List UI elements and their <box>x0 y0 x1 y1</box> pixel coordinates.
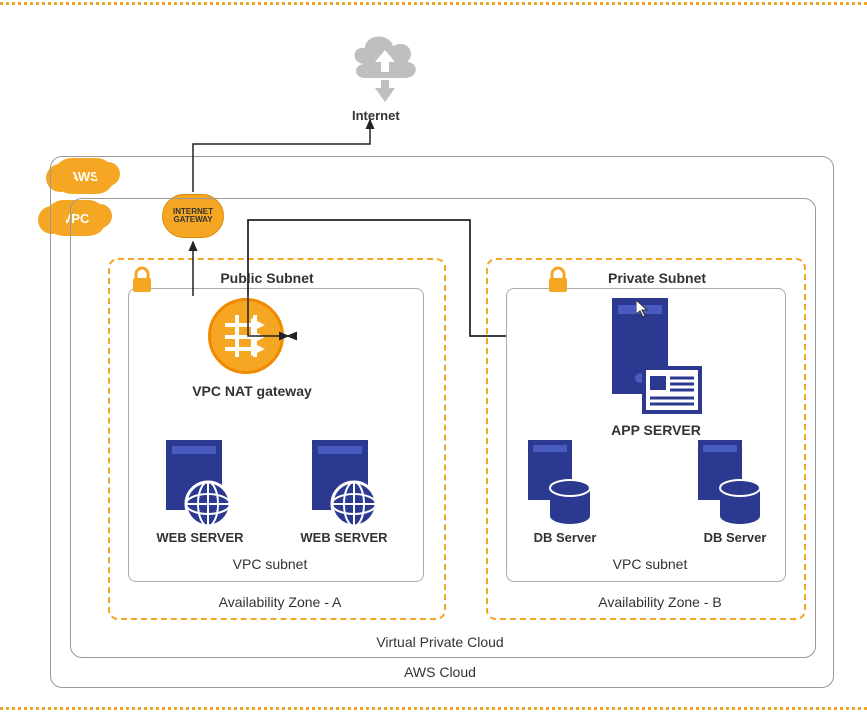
db-server-label: DB Server <box>680 530 790 545</box>
web-server-label: WEB SERVER <box>284 530 404 545</box>
internet-cloud-icon <box>345 28 425 109</box>
app-server-label: APP SERVER <box>596 422 716 438</box>
aws-cloud-label: AWS Cloud <box>370 664 510 680</box>
vpc-subnet-label: VPC subnet <box>190 556 350 572</box>
page-bottom-border <box>0 707 867 710</box>
availability-zone-b-label: Availability Zone - B <box>560 594 760 610</box>
private-subnet-label: Private Subnet <box>582 270 732 286</box>
vpc-subnet-label: VPC subnet <box>570 556 730 572</box>
vpc-nat-gateway-icon <box>208 298 284 374</box>
web-server-icon <box>292 440 392 530</box>
web-server-label: WEB SERVER <box>140 530 260 545</box>
cursor-icon <box>636 300 650 321</box>
availability-zone-a-label: Availability Zone - A <box>170 594 390 610</box>
lock-icon <box>130 266 154 290</box>
vpc-nat-gateway-label: VPC NAT gateway <box>192 382 312 400</box>
db-server-label: DB Server <box>510 530 620 545</box>
web-server-icon <box>146 440 246 530</box>
internet-label: Internet <box>352 108 400 123</box>
virtual-private-cloud-label: Virtual Private Cloud <box>340 634 540 650</box>
db-server-icon <box>524 440 596 524</box>
page-top-border <box>0 2 867 5</box>
db-server-icon <box>694 440 766 524</box>
public-subnet-label: Public Subnet <box>192 270 342 286</box>
lock-icon <box>546 266 570 290</box>
